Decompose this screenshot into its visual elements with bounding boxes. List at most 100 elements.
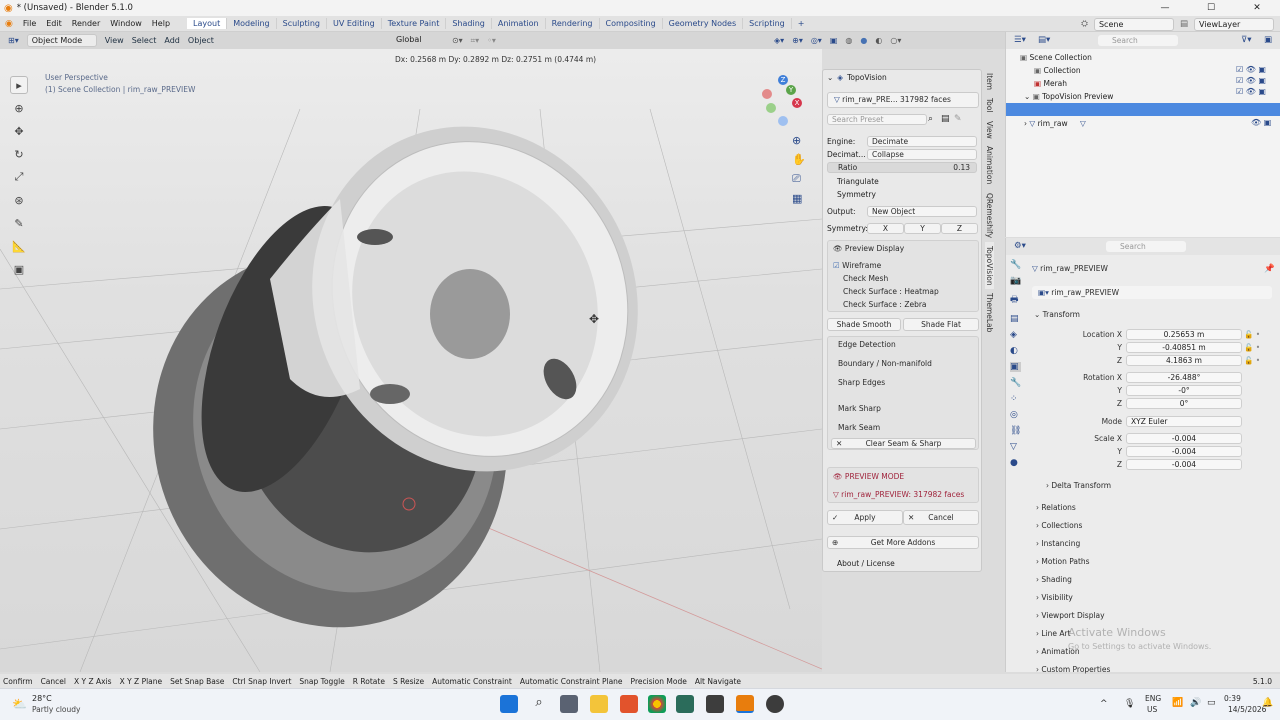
tab-compositing[interactable]: Compositing <box>600 18 663 29</box>
shade-flat-button[interactable]: Shade Flat <box>903 318 979 331</box>
expand-icon[interactable]: ⌄ <box>1024 92 1030 101</box>
view-layer-selector[interactable]: ViewLayer <box>1194 17 1274 31</box>
rotation-y-field[interactable]: -0° <box>1126 385 1242 396</box>
section-collections[interactable]: › Collections <box>1036 517 1110 535</box>
ratio-slider[interactable]: Ratio 0.13 <box>827 162 977 173</box>
gizmo-z-axis[interactable]: Z <box>778 75 788 85</box>
tab-uv-editing[interactable]: UV Editing <box>327 18 382 29</box>
outliner-rim-raw-preview[interactable]: rim_raw_PREVIEW <box>1006 103 1280 116</box>
particles-tab-icon[interactable]: ⁘ <box>1010 394 1021 404</box>
scale-tool-icon[interactable]: ⤢ <box>10 168 28 186</box>
add-menu[interactable]: Add <box>164 36 180 45</box>
network-icon[interactable]: 📶 <box>1172 698 1183 708</box>
wireframe-checkbox[interactable]: ☑ Wireframe <box>833 261 881 270</box>
tab-animation[interactable]: Animation <box>985 142 994 188</box>
tab-topovision[interactable]: TopoVision <box>985 241 994 290</box>
navigation-gizmo[interactable]: Z Y X <box>758 73 808 128</box>
clear-seam-button[interactable]: ✕ Clear Seam & Sharp <box>831 438 976 449</box>
get-addons-button[interactable]: ⊕ Get More Addons <box>827 536 979 549</box>
triangulate-checkbox[interactable]: Triangulate <box>827 177 979 186</box>
preset-search-input[interactable]: Search Preset <box>827 114 927 125</box>
menu-edit[interactable]: Edit <box>41 19 67 28</box>
boundary-toggle[interactable]: Boundary / Non-manifold <box>838 359 932 368</box>
outliner-editor-icon[interactable]: ☰▾ <box>1014 35 1026 45</box>
edge-detection-header[interactable]: Edge Detection <box>838 340 896 349</box>
scene-selector[interactable]: Scene <box>1093 17 1174 31</box>
visibility-eye-icon[interactable]: ☑ 👁 ▣ <box>1236 65 1266 74</box>
modifier-tab-icon[interactable]: 🔧 <box>1010 378 1021 388</box>
clock-date[interactable]: 14/5/2026 <box>1228 705 1266 714</box>
about-license-link[interactable]: About / License <box>827 559 979 568</box>
apply-button[interactable]: ✓ Apply <box>827 510 903 525</box>
preset-add-icon[interactable]: ✎ <box>954 114 962 124</box>
section-motion-paths[interactable]: › Motion Paths <box>1036 553 1110 571</box>
tab-animation[interactable]: Animation <box>492 18 546 29</box>
visibility-icon[interactable]: ◈▾ <box>774 36 784 45</box>
shading-material-icon[interactable]: ◐ <box>875 36 882 45</box>
tab-sculpting[interactable]: Sculpting <box>277 18 327 29</box>
select-tool-icon[interactable]: ▸ <box>10 76 28 94</box>
transform-tool-icon[interactable]: ⊛ <box>10 191 28 209</box>
measure-tool-icon[interactable]: 📐 <box>10 237 28 255</box>
world-tab-icon[interactable]: ◐ <box>1010 346 1021 356</box>
cursor-tool-icon[interactable]: ⊕ <box>10 99 28 117</box>
tab-qremeshify[interactable]: QRemeshify <box>985 189 994 242</box>
gizmo-neg-x[interactable] <box>762 89 772 99</box>
xray-icon[interactable]: ▣ <box>830 36 838 45</box>
scene-tab-icon[interactable]: ◈ <box>1010 330 1021 340</box>
section-instancing[interactable]: › Instancing <box>1036 535 1110 553</box>
render-tab-icon[interactable]: 📷 <box>1010 276 1021 286</box>
sym-x-button[interactable]: X <box>867 223 904 234</box>
pin-icon[interactable]: 📌 <box>1264 264 1275 274</box>
blender-taskbar-icon[interactable] <box>736 695 754 713</box>
new-collection-icon[interactable]: ▣ <box>1264 35 1272 45</box>
weather-icon[interactable]: ⛅ <box>12 697 27 711</box>
properties-editor-icon[interactable]: ⚙▾ <box>1014 241 1026 251</box>
preview-display-header[interactable]: 👁 Preview Display <box>833 244 904 253</box>
overlay-toggle-icon[interactable]: ◎▾ <box>811 36 822 45</box>
constraints-tab-icon[interactable]: ⛓ <box>1010 426 1021 436</box>
check-zebra-checkbox[interactable]: Check Surface : Zebra <box>843 300 927 309</box>
rotation-mode-dropdown[interactable]: XYZ Euler <box>1126 416 1242 427</box>
rotation-z-field[interactable]: 0° <box>1126 398 1242 409</box>
visibility-eye-icon[interactable]: 👁 ▣ <box>1251 118 1271 127</box>
tab-modeling[interactable]: Modeling <box>227 18 277 29</box>
gizmo-x-axis[interactable]: X <box>792 98 802 108</box>
location-y-field[interactable]: -0.40851 m <box>1126 342 1242 353</box>
data-tab-icon[interactable]: ▽ <box>1010 442 1021 452</box>
outliner-scene-collection[interactable]: ▣ Scene Collection <box>1006 51 1280 64</box>
zoom-icon[interactable]: ⊕ <box>792 134 806 147</box>
volume-icon[interactable]: 🔊 <box>1190 698 1201 708</box>
lang-region[interactable]: US <box>1147 705 1157 714</box>
menu-help[interactable]: Help <box>147 19 175 28</box>
cancel-button[interactable]: ✕ Cancel <box>903 510 979 525</box>
section-relations[interactable]: › Relations <box>1036 499 1110 517</box>
mark-seam-button[interactable]: Mark Seam <box>838 423 880 432</box>
file-explorer-icon[interactable] <box>590 695 608 713</box>
view-layer-tab-icon[interactable]: ▤ <box>1010 314 1021 324</box>
lang-label[interactable]: ENG <box>1145 694 1161 703</box>
battery-icon[interactable]: ▭ <box>1207 698 1216 708</box>
tab-view[interactable]: View <box>985 117 994 143</box>
shading-solid-icon[interactable]: ● <box>860 36 867 45</box>
3d-viewport[interactable]: ✥ ▸ ⊕ ✥ ↻ ⤢ ⊛ ✎ 📐 ▣ User Perspective (1)… <box>0 49 822 672</box>
minimize-button[interactable]: — <box>1142 0 1188 16</box>
app-icon[interactable] <box>676 695 694 713</box>
notification-icon[interactable]: 🔔 <box>1262 698 1273 708</box>
section-viewport-display[interactable]: › Viewport Display <box>1036 607 1110 625</box>
editor-type-icon[interactable]: ⊞▾ <box>8 36 19 45</box>
maximize-button[interactable]: ☐ <box>1188 0 1234 16</box>
decimate-type-dropdown[interactable]: Collapse <box>867 149 977 160</box>
view-menu[interactable]: View <box>105 36 124 45</box>
collapse-icon[interactable]: ⌄ <box>827 73 833 82</box>
tab-themelab[interactable]: ThemeLab <box>985 289 994 336</box>
mark-sharp-button[interactable]: Mark Sharp <box>838 404 881 413</box>
tab-scripting[interactable]: Scripting <box>743 18 792 29</box>
shading-rendered-icon[interactable]: ○▾ <box>890 36 901 45</box>
shade-smooth-button[interactable]: Shade Smooth <box>827 318 901 331</box>
terminal-icon[interactable] <box>706 695 724 713</box>
snap-icon[interactable]: ⌗▾ <box>471 36 480 46</box>
select-menu[interactable]: Select <box>132 36 157 45</box>
location-x-field[interactable]: 0.25653 m <box>1126 329 1242 340</box>
outliner-rim-raw[interactable]: › ▽ rim_raw ▽ <box>1006 117 1280 130</box>
